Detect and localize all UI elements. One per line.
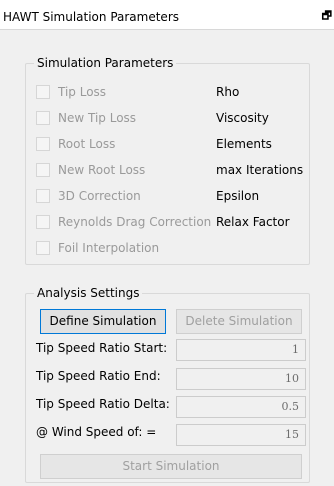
define-simulation-button[interactable]: Define Simulation: [40, 309, 166, 334]
root-loss-checkbox[interactable]: [36, 137, 50, 151]
tip-speed-ratio-end-input[interactable]: 10: [176, 368, 306, 390]
simulation-parameters-title: Simulation Parameters: [34, 56, 177, 70]
tip-speed-ratio-delta-input[interactable]: 0.5: [176, 396, 306, 418]
tip-loss-label: Tip Loss: [58, 85, 107, 99]
tip-speed-ratio-end-label: Tip Speed Ratio End:: [36, 369, 161, 383]
3d-correction-checkbox[interactable]: [36, 189, 50, 203]
rho-label: Rho: [216, 85, 240, 99]
title-bar: HAWT Simulation Parameters 🗗: [0, 0, 334, 30]
analysis-settings-group: Analysis Settings Define Simulation Dele…: [25, 286, 310, 483]
max-iterations-label: max Iterations: [216, 163, 304, 177]
new-tip-loss-checkbox[interactable]: [36, 111, 50, 125]
foil-interpolation-checkbox[interactable]: [36, 241, 50, 255]
tip-speed-ratio-start-label: Tip Speed Ratio Start:: [36, 341, 168, 355]
analysis-settings-title: Analysis Settings: [34, 286, 143, 300]
reynolds-drag-correction-label: Reynolds Drag Correction: [58, 215, 212, 229]
simulation-parameters-group: Simulation Parameters Tip Loss New Tip L…: [25, 56, 310, 265]
relax-factor-label: Relax Factor: [216, 215, 290, 229]
wind-speed-input[interactable]: 15: [176, 424, 306, 446]
foil-interpolation-label: Foil Interpolation: [58, 241, 160, 255]
restore-window-icon[interactable]: 🗗: [322, 10, 332, 22]
wind-speed-label: @ Wind Speed of: =: [36, 425, 157, 439]
elements-label: Elements: [216, 137, 272, 151]
epsilon-label: Epsilon: [216, 189, 260, 203]
tip-speed-ratio-start-input[interactable]: 1: [176, 339, 306, 361]
window-title: HAWT Simulation Parameters: [3, 10, 180, 24]
root-loss-label: Root Loss: [58, 137, 116, 151]
start-simulation-button[interactable]: Start Simulation: [40, 454, 302, 479]
reynolds-drag-correction-checkbox[interactable]: [36, 215, 50, 229]
viscosity-label: Viscosity: [216, 111, 269, 125]
new-root-loss-checkbox[interactable]: [36, 163, 50, 177]
tip-speed-ratio-delta-label: Tip Speed Ratio Delta:: [36, 397, 170, 411]
tip-loss-checkbox[interactable]: [36, 85, 50, 99]
delete-simulation-button[interactable]: Delete Simulation: [176, 309, 302, 334]
new-root-loss-label: New Root Loss: [58, 163, 146, 177]
3d-correction-label: 3D Correction: [58, 189, 141, 203]
new-tip-loss-label: New Tip Loss: [58, 111, 137, 125]
